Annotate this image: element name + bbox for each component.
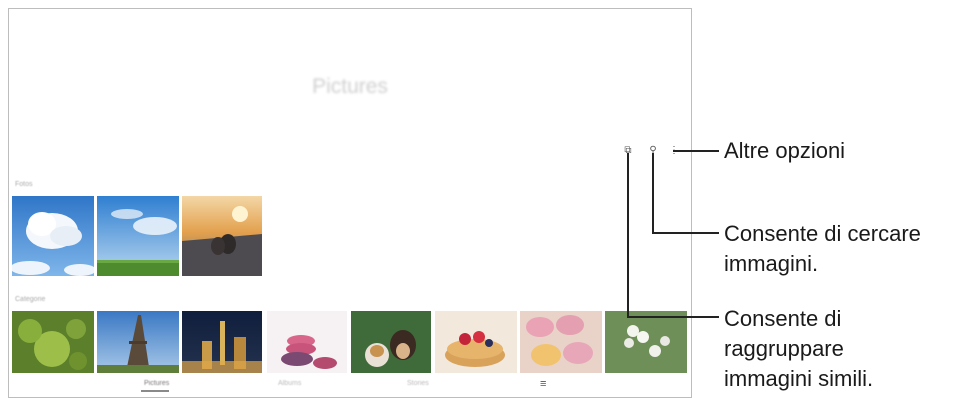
thumbnail-city-night[interactable]: [182, 311, 262, 373]
thumbnail-macarons-stack[interactable]: [267, 311, 347, 373]
thumbnail-sunset-road[interactable]: [182, 196, 262, 276]
callout-line-more: [673, 150, 719, 152]
callout-line-search-horizontal: [652, 232, 719, 234]
clouds-image: [12, 196, 94, 276]
thumbnail-meadow[interactable]: [97, 196, 179, 276]
sunset-road-image: [182, 196, 262, 276]
callout-search-line-2: immagini.: [724, 251, 819, 276]
section-label-categories: Categorie: [15, 296, 46, 303]
thumbnail-eiffel-tower[interactable]: [97, 311, 179, 373]
thumbnail-pancakes[interactable]: [435, 311, 517, 373]
city-night-image: [182, 311, 262, 373]
macarons-stack-image: [267, 311, 347, 373]
active-tab-indicator: [141, 390, 169, 392]
callout-search-line-1: Consente di cercare: [724, 221, 921, 246]
meadow-image: [97, 196, 179, 276]
green-fruit-image: [12, 311, 94, 373]
callout-group-line-3: immagini simili.: [724, 366, 874, 391]
callout-line-group-horizontal: [627, 316, 719, 318]
menu-icon[interactable]: ≡: [540, 378, 546, 390]
pets-image: [351, 311, 431, 373]
gallery-screen: Pictures ⧉ ⚲ ⋮ Fotos: [8, 8, 692, 398]
flowers-image: [605, 311, 687, 373]
callout-more-options: Altre opzioni: [724, 138, 846, 163]
thumbnail-green-fruit[interactable]: [12, 311, 94, 373]
callout-line-group-vertical: [627, 153, 629, 318]
callout-group-line-2: raggruppare: [724, 336, 844, 361]
tab-albums[interactable]: Albums: [278, 380, 301, 387]
tab-pictures[interactable]: Pictures: [144, 380, 169, 387]
bottom-navigation: Pictures Albums Stories ≡: [9, 377, 691, 397]
callout-group-line-1: Consente di: [724, 306, 842, 331]
thumbnail-clouds[interactable]: [12, 196, 94, 276]
callout-line-search-vertical: [652, 153, 654, 234]
thumbnail-pets[interactable]: [351, 311, 431, 373]
pancakes-image: [435, 311, 517, 373]
thumbnail-flowers[interactable]: [605, 311, 687, 373]
eiffel-tower-image: [97, 311, 179, 373]
thumbnail-macarons-pastel[interactable]: [520, 311, 602, 373]
tab-stories[interactable]: Stories: [407, 380, 429, 387]
macarons-pastel-image: [520, 311, 602, 373]
section-label-photos: Fotos: [15, 181, 33, 188]
callout-group: Consente di raggruppare immagini simili.: [724, 304, 873, 394]
page-title: Pictures: [312, 75, 388, 98]
callout-search: Consente di cercare immagini.: [724, 219, 921, 279]
